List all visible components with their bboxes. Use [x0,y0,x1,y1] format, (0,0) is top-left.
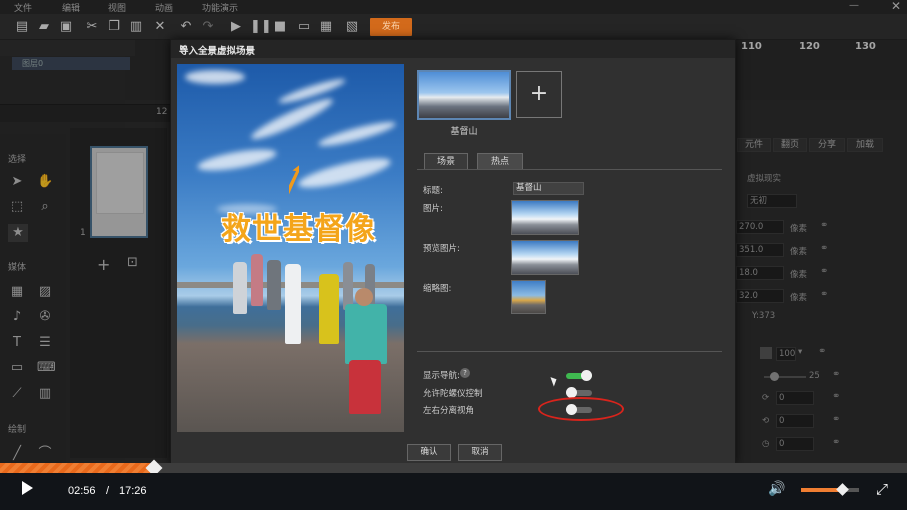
qr-code-icon[interactable]: ▦ [318,19,334,35]
delete-icon[interactable]: ✕ [152,19,168,35]
fullscreen-icon[interactable]: ⤢ [876,480,888,498]
play-icon[interactable] [22,481,33,495]
gyro-toggle[interactable] [566,387,592,398]
dialog-titlebar: 导入全景虚拟场景 ✕ [171,40,735,58]
show-nav-label: 显示导航: [423,371,460,381]
gyro-label: 允许陀螺仪控制 [423,389,483,399]
preview-icon[interactable]: ▭ [296,19,312,35]
total-time: 17:26 [119,485,147,497]
help-icon[interactable]: ? [460,368,470,378]
redo-icon[interactable]: ↷ [200,19,216,35]
image-label: 图片: [423,204,443,214]
publish-button[interactable]: 发布 [370,18,412,36]
tab-hotspot[interactable]: 热点 [477,153,523,170]
tab-scene[interactable]: 场景 [424,153,468,170]
open-folder-icon[interactable]: ▰ [36,19,52,35]
close-window-icon[interactable]: ✕ [891,0,901,13]
cut-icon[interactable]: ✂ [84,19,100,35]
person [251,254,263,306]
main-toolbar: ▤ ▰ ▣ ✂ ❐ ▥ ✕ ↶ ↷ ▶ ❚❚ ■ ▭ ▦ ▧ 发布 [0,14,907,40]
video-progress-fill [0,463,153,473]
undo-icon[interactable]: ↶ [178,19,194,35]
save-icon[interactable]: ▣ [58,19,74,35]
preview-caption: 救世基督像 [221,212,376,247]
menu-view[interactable]: 视图 [108,1,126,14]
import-panorama-dialog: 导入全景虚拟场景 ✕ 救世基督像 基督山 + 场景 热点 标题: 基督山 图片:… [170,39,736,464]
tab-divider [417,169,722,170]
panorama-preview[interactable]: 救世基督像 [177,64,404,432]
preview-image-label: 预览图片: [423,244,460,254]
copy-icon[interactable]: ❐ [106,19,122,35]
arrow-up-icon [289,163,299,196]
menu-edit[interactable]: 编辑 [62,1,80,14]
split-view-label: 左右分离视角 [423,406,475,416]
highlight-annotation [538,397,624,421]
mouse-cursor-icon [550,375,559,387]
image-picker[interactable] [511,200,579,235]
export-icon[interactable]: ▧ [344,19,360,35]
volume-icon[interactable]: 🔊 [768,481,785,497]
add-scene-button[interactable]: + [516,71,562,118]
paste-icon[interactable]: ▥ [128,19,144,35]
section-divider [417,351,722,352]
scene-thumbnail-selected[interactable] [417,70,511,120]
title-label: 标题: [423,186,443,196]
person [349,360,381,414]
person [345,304,387,364]
preview-image-picker[interactable] [511,240,579,275]
cloud [185,70,245,84]
person [267,260,281,310]
menu-bar: 文件 编辑 视图 动画 功能演示 — ✕ [0,0,907,14]
cloud [296,152,393,194]
cloud [316,117,398,151]
scene-label: 基督山 [450,127,478,137]
ok-button[interactable]: 确认 [407,444,451,461]
play-icon[interactable]: ▶ [228,19,244,35]
stop-icon[interactable]: ■ [272,19,288,35]
pause-icon[interactable]: ❚❚ [250,19,272,35]
person [355,288,373,306]
person [233,262,247,314]
current-time: 02:56 [68,485,96,497]
thumbnail-picker[interactable] [511,280,546,314]
minimize-icon[interactable]: — [849,0,863,12]
menu-file[interactable]: 文件 [14,1,32,14]
title-input[interactable]: 基督山 [513,182,584,195]
menu-animation[interactable]: 动画 [155,1,173,14]
cloud [196,145,278,175]
cancel-button[interactable]: 取消 [458,444,502,461]
new-file-icon[interactable]: ▤ [14,19,30,35]
person [285,264,301,344]
close-icon[interactable]: ✕ [179,43,730,54]
time-separator: / [106,485,110,497]
app-window: 文件 编辑 视图 动画 功能演示 — ✕ ▤ ▰ ▣ ✂ ❐ ▥ ✕ ↶ ↷ ▶… [0,0,907,510]
person [319,274,339,344]
person [343,262,353,310]
show-nav-toggle[interactable] [566,370,592,381]
menu-demo[interactable]: 功能演示 [202,1,238,14]
thumbnail-label: 缩略图: [423,284,452,294]
toggle-knob [581,370,592,381]
